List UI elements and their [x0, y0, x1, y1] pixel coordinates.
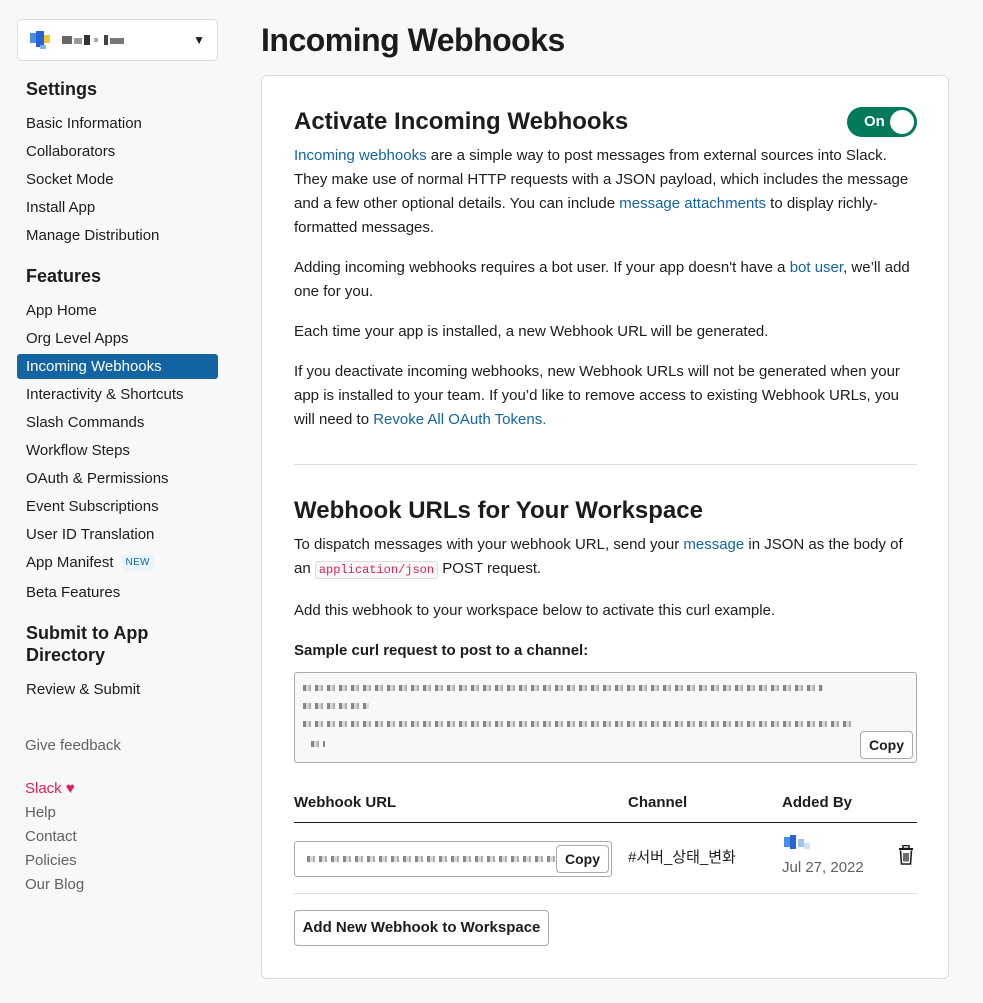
app-name-obscured [62, 33, 193, 47]
column-header-webhook-url: Webhook URL [294, 794, 397, 811]
contact-link[interactable]: Contact [25, 826, 77, 848]
column-header-added-by: Added By [782, 794, 853, 811]
help-link[interactable]: Help [25, 802, 56, 824]
redacted-line [303, 721, 855, 727]
sidebar-item-incoming-webhooks[interactable]: Incoming Webhooks [17, 354, 218, 379]
app-switcher[interactable]: ▼ [17, 19, 218, 61]
curl-sample-box: Copy [294, 672, 917, 763]
sidebar-item-workflow-steps[interactable]: Workflow Steps [17, 438, 218, 463]
slack-link[interactable]: Slack ♥ [25, 778, 75, 800]
workspace-title: Webhook URLs for Your Workspace [294, 497, 703, 524]
sidebar-item-basic-information[interactable]: Basic Information [17, 111, 218, 136]
sidebar-item-label: App Manifest [26, 554, 114, 571]
our-blog-link[interactable]: Our Blog [25, 874, 84, 896]
activate-title: Activate Incoming Webhooks [294, 108, 629, 135]
added-date: Jul 27, 2022 [782, 859, 864, 876]
sidebar-item-socket-mode[interactable]: Socket Mode [17, 167, 218, 192]
give-feedback-link[interactable]: Give feedback [25, 735, 121, 757]
activate-toggle[interactable]: On [847, 107, 917, 137]
column-header-channel: Channel [628, 794, 688, 811]
sidebar-item-beta-features[interactable]: Beta Features [17, 580, 218, 605]
paragraph-text: POST request. [438, 560, 542, 577]
activate-paragraph-3: Each time your app is installed, a new W… [294, 323, 769, 340]
redacted-url [307, 856, 557, 862]
redacted-line [303, 685, 823, 691]
activate-paragraph-4: If you deactivate incoming webhooks, new… [294, 360, 919, 432]
redacted-line [303, 703, 369, 709]
message-attachments-link[interactable]: message attachments [619, 195, 766, 212]
webhooks-card: Activate Incoming Webhooks On Incoming w… [261, 75, 949, 979]
heart-icon: ♥ [65, 780, 75, 797]
section-divider [294, 464, 917, 465]
activate-paragraph-2: Adding incoming webhooks requires a bot … [294, 256, 919, 304]
sidebar-item-collaborators[interactable]: Collaborators [17, 139, 218, 164]
toggle-label: On [864, 113, 885, 130]
sidebar-item-oauth-permissions[interactable]: OAuth & Permissions [17, 466, 218, 491]
sidebar: ▼ Settings Basic Information Collaborato… [0, 0, 235, 1003]
avatar [784, 835, 812, 851]
sidebar-item-app-manifest[interactable]: App Manifest NEW [17, 550, 218, 575]
table-header-rule [294, 822, 917, 823]
content-type-code: application/json [314, 561, 439, 579]
sidebar-item-slash-commands[interactable]: Slash Commands [17, 410, 218, 435]
add-new-webhook-button[interactable]: Add New Webhook to Workspace [294, 910, 549, 946]
chevron-down-icon: ▼ [193, 33, 205, 47]
sidebar-item-event-subscriptions[interactable]: Event Subscriptions [17, 494, 218, 519]
paragraph-text: Adding incoming webhooks requires a bot … [294, 259, 790, 276]
bot-user-link[interactable]: bot user [790, 259, 843, 276]
app-icon [30, 31, 52, 49]
message-link[interactable]: message [683, 536, 744, 553]
features-heading: Features [26, 266, 102, 286]
workspace-paragraph-1: To dispatch messages with your webhook U… [294, 533, 919, 582]
sidebar-item-user-id-translation[interactable]: User ID Translation [17, 522, 218, 547]
sidebar-item-manage-distribution[interactable]: Manage Distribution [17, 223, 218, 248]
sidebar-item-install-app[interactable]: Install App [17, 195, 218, 220]
curl-label: Sample curl request to post to a channel… [294, 642, 589, 659]
incoming-webhooks-link[interactable]: Incoming webhooks [294, 147, 427, 164]
policies-link[interactable]: Policies [25, 850, 77, 872]
slack-label: Slack [25, 780, 62, 797]
submit-heading: Submit to App Directory [26, 623, 149, 665]
webhook-url-field[interactable]: Copy [294, 841, 612, 877]
redacted-line [311, 741, 325, 747]
sidebar-item-org-level-apps[interactable]: Org Level Apps [17, 326, 218, 351]
sidebar-item-review-submit[interactable]: Review & Submit [17, 677, 218, 702]
trash-icon[interactable] [898, 845, 914, 865]
sidebar-item-app-home[interactable]: App Home [17, 298, 218, 323]
settings-heading: Settings [26, 79, 98, 99]
toggle-knob [890, 110, 914, 134]
page-title: Incoming Webhooks [261, 22, 565, 58]
new-badge: NEW [121, 555, 154, 571]
table-row-rule [294, 893, 917, 894]
activate-paragraph-1: Incoming webhooks are a simple way to po… [294, 144, 919, 240]
copy-curl-button[interactable]: Copy [860, 731, 913, 759]
workspace-paragraph-2: Add this webhook to your workspace below… [294, 602, 776, 619]
sidebar-item-interactivity-shortcuts[interactable]: Interactivity & Shortcuts [17, 382, 218, 407]
paragraph-text: To dispatch messages with your webhook U… [294, 536, 684, 553]
channel-name: #서버_상태_변화 [628, 849, 736, 866]
revoke-tokens-link[interactable]: Revoke All OAuth Tokens. [373, 411, 546, 428]
copy-webhook-url-button[interactable]: Copy [556, 845, 609, 873]
